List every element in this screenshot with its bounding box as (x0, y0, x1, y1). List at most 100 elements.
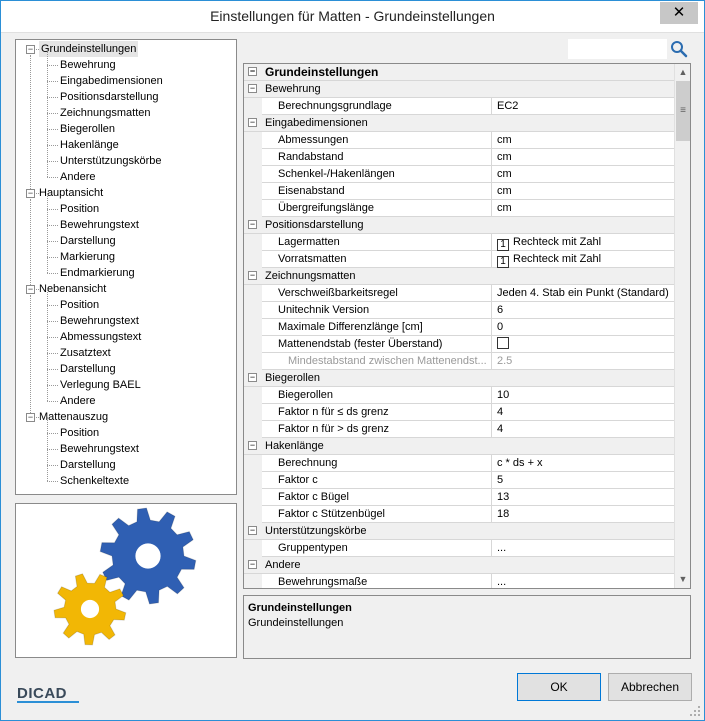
grid-property-row[interactable]: Faktor c Bügel 13 (244, 489, 674, 506)
property-value[interactable]: cm (491, 200, 674, 217)
tree-item[interactable]: Endmarkierung (60, 265, 135, 281)
property-value[interactable]: 1 Rechteck mit Zahl (491, 251, 674, 268)
scroll-down-icon[interactable]: ▼ (675, 571, 690, 588)
grid-category[interactable]: − Bewehrung (244, 81, 674, 98)
tree-item[interactable]: Positionsdarstellung (60, 89, 158, 105)
search-button[interactable] (669, 39, 689, 59)
grid-property-row[interactable]: Vorratsmatten 1 Rechteck mit Zahl (244, 251, 674, 268)
tree-item[interactable]: Eingabedimensionen (60, 73, 163, 89)
tree-item[interactable]: Zeichnungsmatten (60, 105, 151, 121)
property-value[interactable]: 4 (491, 421, 674, 438)
settings-tree[interactable]: − Grundeinstellungen Bewehrung Eingabedimen… (15, 39, 237, 495)
grid-category[interactable]: − Andere (244, 557, 674, 574)
tree-item[interactable]: Andere (60, 393, 95, 409)
collapse-icon[interactable]: − (26, 413, 35, 422)
property-value[interactable]: cm (491, 183, 674, 200)
grid-property-row[interactable]: Faktor c 5 (244, 472, 674, 489)
tree-item[interactable]: Bewehrungstext (60, 217, 139, 233)
search-input[interactable] (568, 39, 667, 59)
tree-item[interactable]: Position (60, 297, 99, 313)
collapse-icon[interactable]: − (248, 67, 257, 76)
property-value[interactable]: 4 (491, 404, 674, 421)
property-value[interactable]: EC2 (491, 98, 674, 115)
cancel-button[interactable]: Abbrechen (608, 673, 692, 701)
checkbox-icon[interactable] (497, 337, 509, 349)
property-value[interactable] (491, 336, 674, 353)
collapse-icon[interactable]: − (248, 271, 257, 280)
grid-category[interactable]: − Biegerollen (244, 370, 674, 387)
grid-property-row[interactable]: Berechnung c * ds + x (244, 455, 674, 472)
grid-property-row[interactable]: Schenkel-/Hakenlängen cm (244, 166, 674, 183)
collapse-icon[interactable]: − (248, 118, 257, 127)
grid-property-row[interactable]: Faktor c Stützenbügel 18 (244, 506, 674, 523)
tree-item[interactable]: Bewehrung (60, 57, 116, 73)
grid-property-row[interactable]: Lagermatten 1 Rechteck mit Zahl (244, 234, 674, 251)
resize-grip-icon[interactable] (689, 705, 701, 717)
grid-property-row[interactable]: Übergreifungslänge cm (244, 200, 674, 217)
collapse-icon[interactable]: − (248, 441, 257, 450)
collapse-icon[interactable]: − (248, 560, 257, 569)
tree-item[interactable]: Darstellung (60, 233, 116, 249)
ok-button[interactable]: OK (517, 673, 601, 701)
grid-category[interactable]: − Hakenlänge (244, 438, 674, 455)
property-value[interactable]: 0 (491, 319, 674, 336)
collapse-icon[interactable]: − (248, 84, 257, 93)
grid-root-category[interactable]: − Grundeinstellungen (244, 64, 674, 81)
property-value[interactable]: 18 (491, 506, 674, 523)
tree-item[interactable]: Position (60, 425, 99, 441)
grid-category[interactable]: − Unterstützungskörbe (244, 523, 674, 540)
property-grid[interactable]: − Grundeinstellungen − Bewehrung Berechnungs… (243, 63, 691, 589)
tree-item[interactable]: Andere (60, 169, 95, 185)
tree-item[interactable]: Unterstützungskörbe (60, 153, 162, 169)
tree-group[interactable]: Mattenauszug (39, 409, 108, 425)
tree-item[interactable]: Bewehrungstext (60, 313, 139, 329)
property-value[interactable]: 13 (491, 489, 674, 506)
tree-item[interactable]: Verlegung BAEL (60, 377, 141, 393)
tree-item[interactable]: Hakenlänge (60, 137, 119, 153)
grid-property-row[interactable]: Unitechnik Version 6 (244, 302, 674, 319)
property-value[interactable]: cm (491, 132, 674, 149)
grid-property-row[interactable]: Faktor n für > ds grenz 4 (244, 421, 674, 438)
property-value[interactable]: cm (491, 149, 674, 166)
tree-item[interactable]: Darstellung (60, 457, 116, 473)
tree-item[interactable]: Biegerollen (60, 121, 115, 137)
tree-item[interactable]: Position (60, 201, 99, 217)
property-value[interactable]: Jeden 4. Stab ein Punkt (Standard) (491, 285, 674, 302)
property-value[interactable]: ... (491, 540, 674, 557)
grid-property-row[interactable]: Berechnungsgrundlage EC2 (244, 98, 674, 115)
scroll-thumb[interactable]: ≡ (676, 81, 690, 141)
property-value[interactable]: 5 (491, 472, 674, 489)
grid-property-row[interactable]: Biegerollen 10 (244, 387, 674, 404)
property-value[interactable]: 10 (491, 387, 674, 404)
grid-property-row[interactable]: Faktor n für ≤ ds grenz 4 (244, 404, 674, 421)
grid-category[interactable]: − Positionsdarstellung (244, 217, 674, 234)
grid-property-row[interactable]: Randabstand cm (244, 149, 674, 166)
property-value[interactable]: c * ds + x (491, 455, 674, 472)
property-value[interactable]: 6 (491, 302, 674, 319)
tree-item[interactable]: Schenkeltexte (60, 473, 129, 489)
tree-item[interactable]: Zusatztext (60, 345, 111, 361)
grid-property-row[interactable]: Verschweißbarkeitsregel Jeden 4. Stab ein… (244, 285, 674, 302)
tree-item[interactable]: Darstellung (60, 361, 116, 377)
property-value[interactable]: ... (491, 574, 674, 588)
grid-property-row[interactable]: Maximale Differenzlänge [cm] 0 (244, 319, 674, 336)
grid-category[interactable]: − Zeichnungsmatten (244, 268, 674, 285)
close-button[interactable]: ✕ (660, 2, 698, 24)
grid-property-row[interactable]: Mattenendstab (fester Überstand) (244, 336, 674, 353)
tree-group[interactable]: Nebenansicht (39, 281, 106, 297)
tree-item[interactable]: Abmessungstext (60, 329, 141, 345)
collapse-icon[interactable]: − (248, 220, 257, 229)
grid-property-row[interactable]: Eisenabstand cm (244, 183, 674, 200)
grid-property-row[interactable]: Mindestabstand zwischen Mattenendst... 2.… (244, 353, 674, 370)
tree-item[interactable]: Markierung (60, 249, 115, 265)
grid-property-row[interactable]: Gruppentypen... (244, 540, 674, 557)
property-value[interactable]: 1 Rechteck mit Zahl (491, 234, 674, 251)
tree-group[interactable]: Grundeinstellungen (39, 41, 139, 57)
collapse-icon[interactable]: − (26, 45, 35, 54)
grid-scrollbar[interactable]: ▲ ≡ ▼ (674, 64, 690, 588)
tree-item[interactable]: Bewehrungstext (60, 441, 139, 457)
collapse-icon[interactable]: − (26, 285, 35, 294)
grid-property-row[interactable]: Abmessungen cm (244, 132, 674, 149)
property-value[interactable]: 2.5 (491, 353, 674, 370)
grid-category[interactable]: − Eingabedimensionen (244, 115, 674, 132)
